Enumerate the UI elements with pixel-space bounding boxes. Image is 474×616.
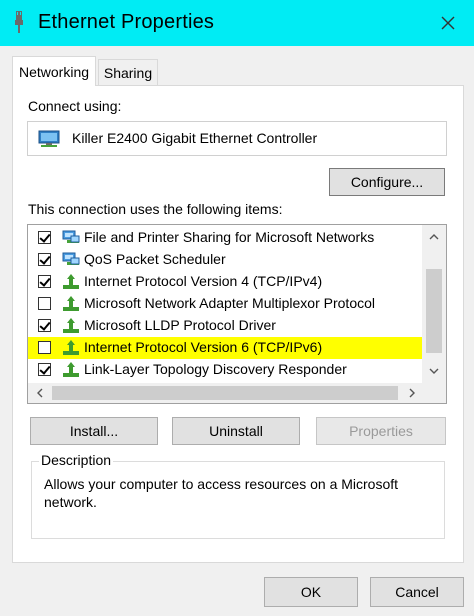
item-checkbox[interactable] bbox=[38, 319, 51, 332]
close-button[interactable] bbox=[430, 6, 466, 40]
list-item[interactable]: File and Printer Sharing for Microsoft N… bbox=[28, 227, 422, 249]
list-item[interactable]: QoS Packet Scheduler bbox=[28, 249, 422, 271]
window-title: Ethernet Properties bbox=[38, 11, 215, 33]
install-button[interactable]: Install... bbox=[30, 417, 158, 445]
horizontal-scroll-thumb[interactable] bbox=[52, 386, 398, 400]
item-checkbox[interactable] bbox=[38, 363, 51, 376]
connect-using-label: Connect using: bbox=[28, 98, 122, 114]
tab-networking[interactable]: Networking bbox=[12, 56, 96, 86]
item-label: Microsoft LLDP Protocol Driver bbox=[84, 317, 276, 333]
list-item[interactable]: Microsoft LLDP Protocol Driver bbox=[28, 315, 422, 337]
adapter-name: Killer E2400 Gigabit Ethernet Controller bbox=[72, 130, 318, 146]
horizontal-scrollbar[interactable] bbox=[28, 383, 446, 403]
adapter-field: Killer E2400 Gigabit Ethernet Controller bbox=[27, 121, 447, 156]
protocol-icon bbox=[62, 362, 80, 378]
item-label: Link-Layer Topology Discovery Responder bbox=[84, 361, 347, 377]
close-icon bbox=[441, 16, 455, 30]
vertical-scroll-thumb[interactable] bbox=[426, 269, 442, 353]
scroll-right-button[interactable] bbox=[404, 385, 420, 401]
chevron-right-icon bbox=[409, 388, 415, 398]
list-item[interactable]: Internet Protocol Version 4 (TCP/IPv4) bbox=[28, 271, 422, 293]
item-checkbox[interactable] bbox=[38, 341, 51, 354]
tab-sharing[interactable]: Sharing bbox=[98, 59, 158, 85]
item-label: QoS Packet Scheduler bbox=[84, 251, 226, 267]
list-item[interactable]: Internet Protocol Version 6 (TCP/IPv6) bbox=[28, 337, 422, 359]
chevron-up-icon bbox=[429, 234, 439, 240]
chevron-down-icon bbox=[429, 368, 439, 374]
items-list[interactable]: File and Printer Sharing for Microsoft N… bbox=[27, 224, 447, 404]
item-label: File and Printer Sharing for Microsoft N… bbox=[84, 229, 375, 245]
network-adapter-icon bbox=[38, 130, 60, 147]
vertical-scrollbar[interactable] bbox=[422, 225, 446, 383]
description-label: Description bbox=[39, 452, 114, 468]
configure-button[interactable]: Configure... bbox=[329, 168, 445, 196]
uninstall-button[interactable]: Uninstall bbox=[172, 417, 300, 445]
scroll-left-button[interactable] bbox=[32, 385, 48, 401]
description-text: Allows your computer to access resources… bbox=[44, 476, 399, 510]
item-label: Internet Protocol Version 4 (TCP/IPv4) bbox=[84, 273, 323, 289]
title-bar: Ethernet Properties bbox=[0, 0, 474, 46]
cancel-button[interactable]: Cancel bbox=[370, 577, 464, 607]
chevron-left-icon bbox=[37, 388, 43, 398]
item-checkbox[interactable] bbox=[38, 275, 51, 288]
item-label: Microsoft Network Adapter Multiplexor Pr… bbox=[84, 295, 375, 311]
item-checkbox[interactable] bbox=[38, 253, 51, 266]
protocol-icon bbox=[62, 274, 80, 290]
ok-button[interactable]: OK bbox=[264, 577, 358, 607]
client-service-icon bbox=[62, 252, 80, 268]
properties-button[interactable]: Properties bbox=[316, 417, 446, 445]
client-service-icon bbox=[62, 230, 80, 246]
list-item[interactable]: Link-Layer Topology Discovery Responder bbox=[28, 359, 422, 381]
item-checkbox[interactable] bbox=[38, 297, 51, 310]
protocol-icon bbox=[62, 296, 80, 312]
ethernet-plug-icon bbox=[15, 11, 23, 33]
item-label: Internet Protocol Version 6 (TCP/IPv6) bbox=[84, 339, 323, 355]
items-label: This connection uses the following items… bbox=[28, 201, 283, 217]
item-checkbox[interactable] bbox=[38, 231, 51, 244]
list-item[interactable]: Microsoft Network Adapter Multiplexor Pr… bbox=[28, 293, 422, 315]
scroll-up-button[interactable] bbox=[426, 229, 442, 245]
protocol-icon bbox=[62, 340, 80, 356]
protocol-icon bbox=[62, 318, 80, 334]
scroll-down-button[interactable] bbox=[426, 363, 442, 379]
